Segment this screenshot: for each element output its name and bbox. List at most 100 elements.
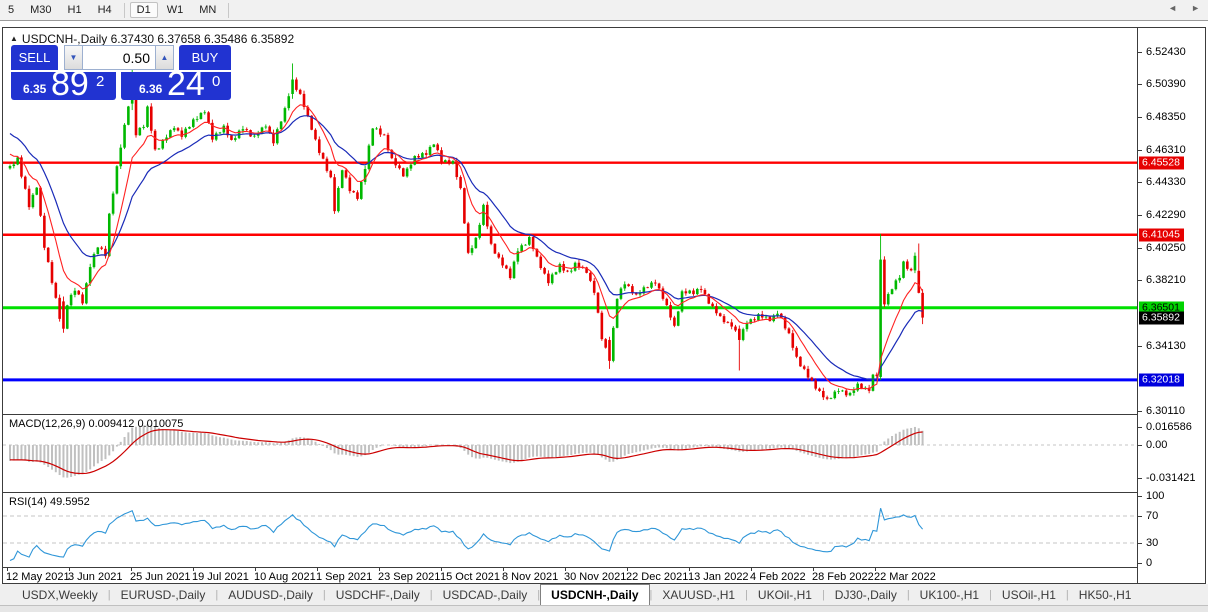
candle-body [550,274,554,284]
candle-body [883,259,886,305]
candle-body [157,148,161,150]
candle-body [833,391,837,399]
candle-body [398,165,401,169]
price-axis-label-tick [1138,182,1142,183]
candle-body [608,339,611,361]
timeframe-button-w1[interactable]: W1 [160,2,191,18]
timeframe-toolbar: 5 M30 H1 H4 D1 W1 MN [0,0,1208,21]
symbol-tab-usdcaddaily[interactable]: USDCAD-,Daily [433,584,538,605]
candle-body [298,89,302,94]
candle-body [913,255,917,271]
candle-body [528,236,531,245]
candle-body [325,158,329,171]
candle-body [241,129,245,131]
rsi-value: 49.5952 [49,496,90,508]
price-badge-6.32018: 6.32018 [1139,373,1184,387]
candle-body [680,291,684,312]
candle-body [249,130,252,137]
candle-body [279,121,283,130]
sell-price-prefix: 6.35 [23,82,47,96]
candle-body [531,236,535,249]
candle-body [115,166,119,194]
candle-body [149,106,153,131]
candle-body [623,284,627,289]
date-label: 23 Sep 2021 [378,571,441,583]
candle-body [413,155,417,165]
candle-body [489,226,493,244]
candle-body [203,112,207,114]
symbol-tab-audusddaily[interactable]: AUDUSD-,Daily [218,584,323,605]
date-label: 25 Jun 2021 [130,571,191,583]
candle-body [463,188,466,224]
candle-body [233,138,237,140]
symbol-tab-hk50h1[interactable]: HK50-,H1 [1069,584,1142,605]
candle-body [371,128,375,146]
collapse-triangle-icon[interactable]: ▲ [10,34,18,43]
candle-body [88,267,92,284]
symbol-tab-usoilh1[interactable]: USOil-,H1 [992,584,1066,605]
timeframe-button-5[interactable]: 5 [1,2,21,18]
candle-body [35,187,39,195]
candle-body [844,390,848,396]
candle-body [62,301,65,329]
candle-body [428,146,432,155]
volume-input[interactable]: 0.50 [83,45,155,70]
candle-body [806,368,810,378]
candle-body [54,282,58,298]
candle-body [837,391,840,393]
symbol-tab-xauusdh1[interactable]: XAUUSD-,H1 [652,584,745,605]
candle-body [665,298,669,306]
symbol-tab-usdxweekly[interactable]: USDX,Weekly [12,584,108,605]
mt4-window: 5 M30 H1 H4 D1 W1 MN ▲ USDCNH-,Daily 6.37430 6.… [0,0,1208,612]
macd-axis-label-tick [1138,445,1142,446]
timeframe-button-mn[interactable]: MN [192,2,223,18]
candle-body [554,272,558,275]
candle-body [321,152,325,159]
candle-body [886,294,890,305]
price-axis[interactable]: 6.52430 6.50390 6.48350 6.46310 6.44330 6.422… [1138,28,1205,583]
candle-body [650,282,653,288]
rsi-axis-label: 30 [1146,537,1159,549]
candle-body [100,247,103,249]
candle-body [317,139,321,153]
candle-body [96,247,100,255]
chart-header: ▲ USDCNH-,Daily 6.37430 6.37658 6.35486 6… [10,32,294,46]
candle-body [657,283,661,289]
candle-body [264,126,268,128]
candle-body [589,272,592,281]
status-strip [0,605,1208,612]
candle-body [505,265,508,269]
timeframe-button-h1[interactable]: H1 [61,2,89,18]
symbol-tab-eurusddaily[interactable]: EURUSD-,Daily [111,584,216,605]
candle-body [283,108,287,122]
symbol-tab-dj30daily[interactable]: DJ30-,Daily [825,584,907,605]
timeframe-button-m30[interactable]: M30 [23,2,58,18]
macd-signal-value: 0.010075 [137,418,184,430]
candle-body [802,366,806,369]
date-axis: 12 May 2021 3 Jun 2021 25 Jun 2021 19 Jul 2… [3,568,1137,583]
tabs-scroll-left-icon[interactable]: ◄ [1168,3,1177,13]
candle-body [543,268,546,274]
sell-price-quote[interactable]: 6.35 89 2 [11,65,116,103]
candle-body [195,118,199,120]
symbol-tab-usdchfdaily[interactable]: USDCHF-,Daily [326,584,430,605]
symbol-tab-usdcnhdaily[interactable]: USDCNH-,Daily [540,584,650,605]
timeframe-button-h4[interactable]: H4 [91,2,119,18]
price-axis-label: 6.48350 [1146,111,1186,124]
rsi-indicator-chart[interactable] [3,493,1137,568]
candle-body [359,181,363,199]
toolbar-separator [228,2,230,18]
candle-body [906,261,909,269]
symbol-tab-ukoilh1[interactable]: UKOil-,H1 [748,584,822,605]
symbol-tab-uk100h1[interactable]: UK100-,H1 [910,584,989,605]
buy-price-quote[interactable]: 6.36 24 0 [121,65,231,103]
candle-body [386,134,390,151]
candle-body [524,244,527,246]
timeframe-button-d1[interactable]: D1 [129,2,158,18]
candle-body [829,398,833,399]
rsi-name: RSI(14) [9,496,47,508]
tabs-scroll-right-icon[interactable]: ► [1191,3,1200,13]
candle-body [520,245,523,252]
candle-body [111,193,115,214]
candle-body [207,112,210,123]
